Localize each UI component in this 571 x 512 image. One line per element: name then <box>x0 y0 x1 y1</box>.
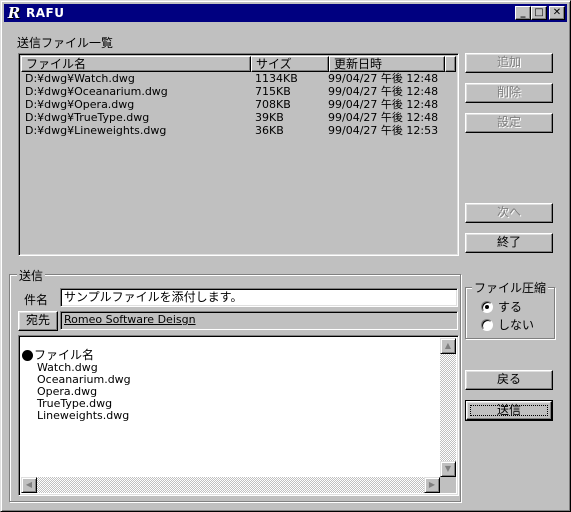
radio-on-icon <box>481 300 493 313</box>
titlebar-buttons: _ □ ✕ <box>515 6 565 20</box>
send-button[interactable]: 送信 <box>465 400 553 421</box>
scroll-up-icon[interactable]: ▲ <box>440 338 456 354</box>
column-header-size[interactable]: サイズ <box>251 56 329 72</box>
title-bar[interactable]: R RAFU _ □ ✕ <box>4 4 567 22</box>
scroll-down-icon[interactable]: ▼ <box>440 461 456 477</box>
vertical-scrollbar[interactable]: ▲ ▼ <box>440 338 456 477</box>
send-group-label: 送信 <box>17 267 46 284</box>
attachment-heading-label: ファイル名 <box>34 348 95 362</box>
cell-modified: 99/04/27 午後 12:48 <box>328 72 439 85</box>
maximize-button[interactable]: □ <box>531 6 547 20</box>
radio-off-icon <box>481 318 493 331</box>
cell-size: 1134KB <box>255 72 298 85</box>
compression-option-off-label: しない <box>498 318 535 332</box>
file-list-rows: D:¥dwg¥Watch.dwg 1134KB 99/04/27 午後 12:4… <box>25 72 456 137</box>
column-header-filename[interactable]: ファイル名 <box>21 56 251 72</box>
file-list-header: ファイル名 サイズ 更新日時 <box>21 56 456 72</box>
close-button[interactable]: ✕ <box>549 6 565 20</box>
file-list-label: 送信ファイル一覧 <box>17 36 114 50</box>
settings-button[interactable]: 設定 <box>465 113 553 133</box>
cell-filename: D:¥dwg¥Watch.dwg <box>25 72 135 85</box>
cell-filename: D:¥dwg¥TrueType.dwg <box>25 111 150 124</box>
table-row[interactable]: D:¥dwg¥Opera.dwg 708KB 99/04/27 午後 12:48 <box>25 98 456 111</box>
cell-size: 715KB <box>255 85 291 98</box>
attachment-item: Lineweights.dwg <box>37 409 130 422</box>
column-header-filler <box>445 56 456 72</box>
attachment-heading: ファイル名 <box>22 348 131 362</box>
table-row[interactable]: D:¥dwg¥Lineweights.dwg 36KB 99/04/27 午後 … <box>25 124 456 137</box>
table-row[interactable]: D:¥dwg¥Oceanarium.dwg 715KB 99/04/27 午後 … <box>25 85 456 98</box>
recipient-field: Romeo Software Deisgn <box>60 311 458 330</box>
cell-size: 36KB <box>255 124 284 137</box>
focus-rect <box>470 405 548 416</box>
cell-modified: 99/04/27 午後 12:48 <box>328 98 439 111</box>
column-header-modified[interactable]: 更新日時 <box>329 56 445 72</box>
add-button[interactable]: 追加 <box>465 53 553 73</box>
compression-option-off[interactable]: しない <box>481 316 534 333</box>
cell-size: 708KB <box>255 98 291 111</box>
file-list[interactable]: ファイル名 サイズ 更新日時 D:¥dwg¥Watch.dwg 1134KB 9… <box>18 53 459 256</box>
scroll-left-icon[interactable]: ◀ <box>21 477 37 493</box>
compression-option-on-label: する <box>498 300 523 314</box>
cell-filename: D:¥dwg¥Oceanarium.dwg <box>25 85 168 98</box>
recipient-button[interactable]: 宛先 <box>18 311 58 331</box>
cell-size: 39KB <box>255 111 284 124</box>
cell-filename: D:¥dwg¥Opera.dwg <box>25 98 135 111</box>
compression-group-label: ファイル圧縮 <box>472 279 549 296</box>
minimize-button[interactable]: _ <box>515 6 531 20</box>
window-title: RAFU <box>26 6 65 20</box>
cell-modified: 99/04/27 午後 12:48 <box>328 111 439 124</box>
exit-button[interactable]: 終了 <box>465 233 553 253</box>
scroll-right-icon[interactable]: ▶ <box>424 477 440 493</box>
main-window: R RAFU _ □ ✕ 送信ファイル一覧 ファイル名 サイズ 更新日時 D:¥… <box>0 0 571 512</box>
table-row[interactable]: D:¥dwg¥Watch.dwg 1134KB 99/04/27 午後 12:4… <box>25 72 456 85</box>
table-row[interactable]: D:¥dwg¥TrueType.dwg 39KB 99/04/27 午後 12:… <box>25 111 456 124</box>
app-icon: R <box>7 4 21 22</box>
horizontal-scrollbar[interactable]: ◀ ▶ <box>21 477 440 493</box>
cell-filename: D:¥dwg¥Lineweights.dwg <box>25 124 167 137</box>
cell-modified: 99/04/27 午後 12:48 <box>328 85 439 98</box>
subject-input[interactable]: サンプルファイルを添付します。 <box>60 288 458 307</box>
bullet-icon <box>22 349 33 361</box>
message-body-text: ファイル名 Watch.dwg Oceanarium.dwg Opera.dwg… <box>22 348 131 422</box>
delete-button[interactable]: 削除 <box>465 83 553 103</box>
compression-option-on[interactable]: する <box>481 298 522 315</box>
back-button[interactable]: 戻る <box>465 370 553 390</box>
next-button[interactable]: 次へ <box>465 203 553 223</box>
scroll-corner <box>440 477 456 493</box>
subject-label: 件名 <box>24 293 49 307</box>
message-body[interactable]: ファイル名 Watch.dwg Oceanarium.dwg Opera.dwg… <box>18 335 459 496</box>
cell-modified: 99/04/27 午後 12:53 <box>328 124 439 137</box>
